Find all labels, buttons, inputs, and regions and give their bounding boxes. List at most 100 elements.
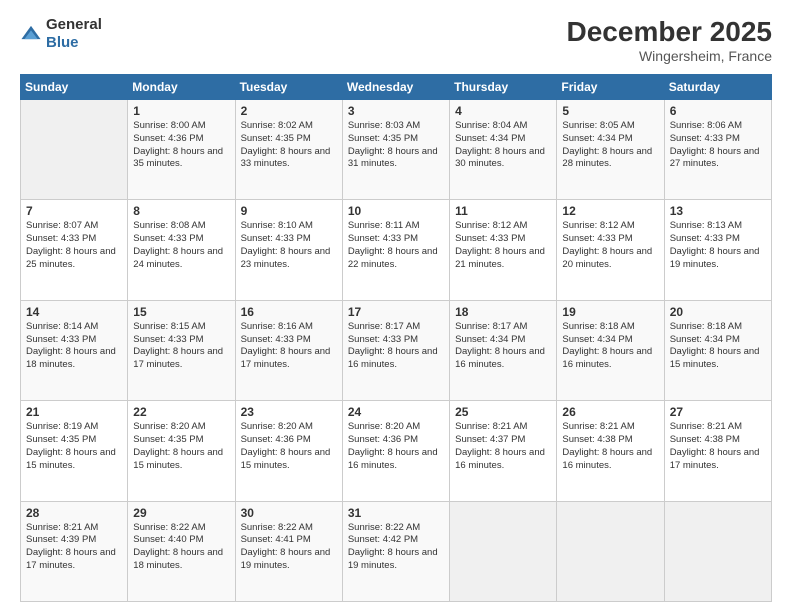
- day-info: Sunrise: 8:21 AMSunset: 4:39 PMDaylight:…: [26, 522, 122, 573]
- calendar-cell: 20 Sunrise: 8:18 AMSunset: 4:34 PMDayligh…: [664, 300, 771, 400]
- day-number: 13: [670, 204, 766, 218]
- day-info: Sunrise: 8:16 AMSunset: 4:33 PMDaylight:…: [241, 321, 337, 372]
- calendar-cell: 6 Sunrise: 8:06 AMSunset: 4:33 PMDaylight…: [664, 100, 771, 200]
- day-info: Sunrise: 8:08 AMSunset: 4:33 PMDaylight:…: [133, 220, 229, 271]
- day-info: Sunrise: 8:20 AMSunset: 4:35 PMDaylight:…: [133, 421, 229, 472]
- day-info: Sunrise: 8:05 AMSunset: 4:34 PMDaylight:…: [562, 120, 658, 171]
- calendar-cell: 16Sunrise: 8:16 AMSunset: 4:33 PMDayligh…: [235, 300, 342, 400]
- day-info: Sunrise: 8:06 AMSunset: 4:33 PMDaylight:…: [670, 120, 766, 171]
- day-number: 29: [133, 506, 229, 520]
- day-info: Sunrise: 8:13 AMSunset: 4:33 PMDaylight:…: [670, 220, 766, 271]
- day-number: 24: [348, 405, 444, 419]
- calendar-cell: 8 Sunrise: 8:08 AMSunset: 4:33 PMDaylight…: [128, 200, 235, 300]
- calendar-cell: 24 Sunrise: 8:20 AMSunset: 4:36 PMDayligh…: [342, 401, 449, 501]
- day-number: 6: [670, 104, 766, 118]
- day-info: Sunrise: 8:15 AMSunset: 4:33 PMDaylight:…: [133, 321, 229, 372]
- calendar-cell: 5 Sunrise: 8:05 AMSunset: 4:34 PMDaylight…: [557, 100, 664, 200]
- day-number: 17: [348, 305, 444, 319]
- logo-icon: [20, 23, 42, 45]
- calendar-cell: 15 Sunrise: 8:15 AMSunset: 4:33 PMDayligh…: [128, 300, 235, 400]
- calendar-cell: 27 Sunrise: 8:21 AMSunset: 4:38 PMDayligh…: [664, 401, 771, 501]
- logo-general: General: [46, 16, 102, 33]
- day-info: Sunrise: 8:17 AMSunset: 4:33 PMDaylight:…: [348, 321, 444, 372]
- day-info: Sunrise: 8:12 AMSunset: 4:33 PMDaylight:…: [562, 220, 658, 271]
- day-info: Sunrise: 8:14 AMSunset: 4:33 PMDaylight:…: [26, 321, 122, 372]
- day-info: Sunrise: 8:21 AMSunset: 4:38 PMDaylight:…: [670, 421, 766, 472]
- day-number: 30: [241, 506, 337, 520]
- calendar-cell: 12 Sunrise: 8:12 AMSunset: 4:33 PMDayligh…: [557, 200, 664, 300]
- calendar-cell: 11Sunrise: 8:12 AMSunset: 4:33 PMDayligh…: [450, 200, 557, 300]
- calendar-cell: 29 Sunrise: 8:22 AMSunset: 4:40 PMDayligh…: [128, 501, 235, 601]
- day-info: Sunrise: 8:22 AMSunset: 4:40 PMDaylight:…: [133, 522, 229, 573]
- day-number: 28: [26, 506, 122, 520]
- calendar-cell: 17 Sunrise: 8:17 AMSunset: 4:33 PMDayligh…: [342, 300, 449, 400]
- day-number: 15: [133, 305, 229, 319]
- calendar-cell: 21 Sunrise: 8:19 AMSunset: 4:35 PMDayligh…: [21, 401, 128, 501]
- calendar-cell: 2Sunrise: 8:02 AMSunset: 4:35 PMDaylight…: [235, 100, 342, 200]
- day-number: 22: [133, 405, 229, 419]
- day-info: Sunrise: 8:21 AMSunset: 4:37 PMDaylight:…: [455, 421, 551, 472]
- day-number: 27: [670, 405, 766, 419]
- header: General Blue December 2025 Wingersheim, …: [20, 16, 772, 64]
- calendar-cell: 30 Sunrise: 8:22 AMSunset: 4:41 PMDayligh…: [235, 501, 342, 601]
- calendar-cell: 22 Sunrise: 8:20 AMSunset: 4:35 PMDayligh…: [128, 401, 235, 501]
- title-block: December 2025 Wingersheim, France: [567, 16, 772, 64]
- week-row-5: 28 Sunrise: 8:21 AMSunset: 4:39 PMDayligh…: [21, 501, 772, 601]
- day-info: Sunrise: 8:18 AMSunset: 4:34 PMDaylight:…: [562, 321, 658, 372]
- day-number: 8: [133, 204, 229, 218]
- col-header-wednesday: Wednesday: [342, 75, 449, 100]
- day-number: 9: [241, 204, 337, 218]
- col-header-thursday: Thursday: [450, 75, 557, 100]
- day-info: Sunrise: 8:03 AMSunset: 4:35 PMDaylight:…: [348, 120, 444, 171]
- day-info: Sunrise: 8:20 AMSunset: 4:36 PMDaylight:…: [241, 421, 337, 472]
- day-info: Sunrise: 8:22 AMSunset: 4:42 PMDaylight:…: [348, 522, 444, 573]
- calendar-cell: 10 Sunrise: 8:11 AMSunset: 4:33 PMDayligh…: [342, 200, 449, 300]
- calendar-table: SundayMondayTuesdayWednesdayThursdayFrid…: [20, 74, 772, 602]
- day-number: 14: [26, 305, 122, 319]
- day-number: 31: [348, 506, 444, 520]
- day-info: Sunrise: 8:00 AMSunset: 4:36 PMDaylight:…: [133, 120, 229, 171]
- day-number: 25: [455, 405, 551, 419]
- day-number: 3: [348, 104, 444, 118]
- week-row-4: 21 Sunrise: 8:19 AMSunset: 4:35 PMDayligh…: [21, 401, 772, 501]
- calendar-cell: [450, 501, 557, 601]
- day-number: 11: [455, 204, 551, 218]
- day-number: 5: [562, 104, 658, 118]
- col-header-tuesday: Tuesday: [235, 75, 342, 100]
- day-info: Sunrise: 8:20 AMSunset: 4:36 PMDaylight:…: [348, 421, 444, 472]
- day-info: Sunrise: 8:22 AMSunset: 4:41 PMDaylight:…: [241, 522, 337, 573]
- col-header-sunday: Sunday: [21, 75, 128, 100]
- calendar-cell: 25 Sunrise: 8:21 AMSunset: 4:37 PMDayligh…: [450, 401, 557, 501]
- logo-blue: Blue: [46, 34, 79, 51]
- calendar-cell: 18 Sunrise: 8:17 AMSunset: 4:34 PMDayligh…: [450, 300, 557, 400]
- day-info: Sunrise: 8:11 AMSunset: 4:33 PMDaylight:…: [348, 220, 444, 271]
- day-number: 19: [562, 305, 658, 319]
- day-number: 20: [670, 305, 766, 319]
- calendar-cell: 13 Sunrise: 8:13 AMSunset: 4:33 PMDayligh…: [664, 200, 771, 300]
- calendar-cell: 7Sunrise: 8:07 AMSunset: 4:33 PMDaylight…: [21, 200, 128, 300]
- day-info: Sunrise: 8:17 AMSunset: 4:34 PMDaylight:…: [455, 321, 551, 372]
- day-number: 18: [455, 305, 551, 319]
- col-header-monday: Monday: [128, 75, 235, 100]
- day-info: Sunrise: 8:04 AMSunset: 4:34 PMDaylight:…: [455, 120, 551, 171]
- day-number: 21: [26, 405, 122, 419]
- calendar-cell: 4Sunrise: 8:04 AMSunset: 4:34 PMDaylight…: [450, 100, 557, 200]
- day-info: Sunrise: 8:19 AMSunset: 4:35 PMDaylight:…: [26, 421, 122, 472]
- calendar-cell: 3 Sunrise: 8:03 AMSunset: 4:35 PMDaylight…: [342, 100, 449, 200]
- week-row-2: 7Sunrise: 8:07 AMSunset: 4:33 PMDaylight…: [21, 200, 772, 300]
- day-number: 12: [562, 204, 658, 218]
- day-info: Sunrise: 8:21 AMSunset: 4:38 PMDaylight:…: [562, 421, 658, 472]
- calendar-cell: 31 Sunrise: 8:22 AMSunset: 4:42 PMDayligh…: [342, 501, 449, 601]
- day-number: 10: [348, 204, 444, 218]
- day-number: 7: [26, 204, 122, 218]
- day-info: Sunrise: 8:02 AMSunset: 4:35 PMDaylight:…: [241, 120, 337, 171]
- calendar-cell: 19 Sunrise: 8:18 AMSunset: 4:34 PMDayligh…: [557, 300, 664, 400]
- calendar-cell: 9Sunrise: 8:10 AMSunset: 4:33 PMDaylight…: [235, 200, 342, 300]
- calendar-cell: 1Sunrise: 8:00 AMSunset: 4:36 PMDaylight…: [128, 100, 235, 200]
- week-row-1: 1Sunrise: 8:00 AMSunset: 4:36 PMDaylight…: [21, 100, 772, 200]
- calendar-cell: [557, 501, 664, 601]
- week-row-3: 14 Sunrise: 8:14 AMSunset: 4:33 PMDayligh…: [21, 300, 772, 400]
- day-info: Sunrise: 8:18 AMSunset: 4:34 PMDaylight:…: [670, 321, 766, 372]
- calendar-cell: [664, 501, 771, 601]
- calendar-header-row: SundayMondayTuesdayWednesdayThursdayFrid…: [21, 75, 772, 100]
